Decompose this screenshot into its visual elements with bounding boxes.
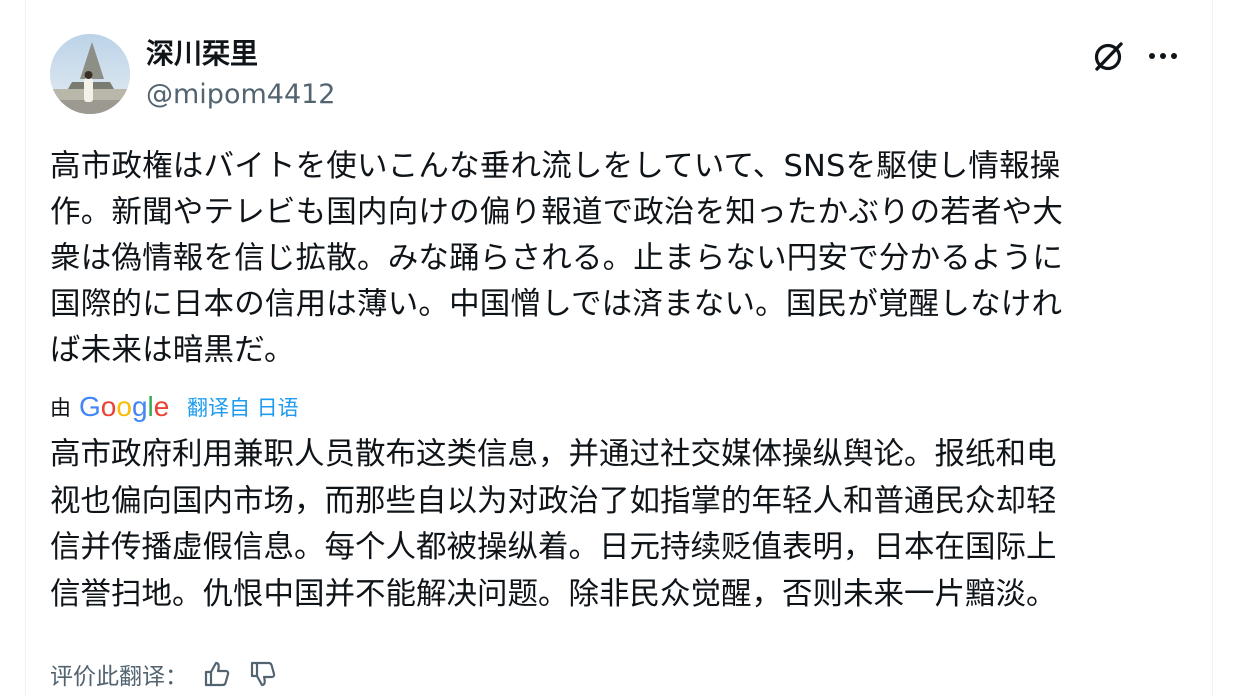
avatar[interactable]: [50, 34, 130, 114]
google-logo: Google: [79, 391, 179, 423]
more-icon[interactable]: [1141, 36, 1185, 76]
translated-by-prefix: 由: [50, 396, 71, 420]
rate-translation: 评价此翻译：: [50, 654, 280, 694]
thumbs-down-icon[interactable]: [246, 657, 280, 691]
translated-from-link[interactable]: 翻译自 日语: [187, 392, 299, 422]
author-handle[interactable]: @mipom4412: [146, 78, 335, 112]
post-translated-text: 高市政府利用兼职人员散布这类信息，并通过社交媒体操纵舆论。报纸和电 视也偏向国内…: [50, 437, 1057, 612]
translation-attribution: 由 Google 翻译自 日语: [50, 390, 299, 424]
thumbs-up-icon[interactable]: [200, 657, 234, 691]
author-display-name[interactable]: 深川栞里: [146, 36, 258, 72]
post-original-text: 高市政権はバイトを使いこんな垂れ流しをしていて、SNSを駆使し情報操 作。新聞や…: [50, 149, 1064, 368]
grok-icon[interactable]: [1088, 36, 1128, 76]
avatar-photo: [50, 34, 130, 114]
svg-text:Google: Google: [79, 391, 169, 422]
rate-translation-label: 评价此翻译：: [50, 664, 188, 690]
